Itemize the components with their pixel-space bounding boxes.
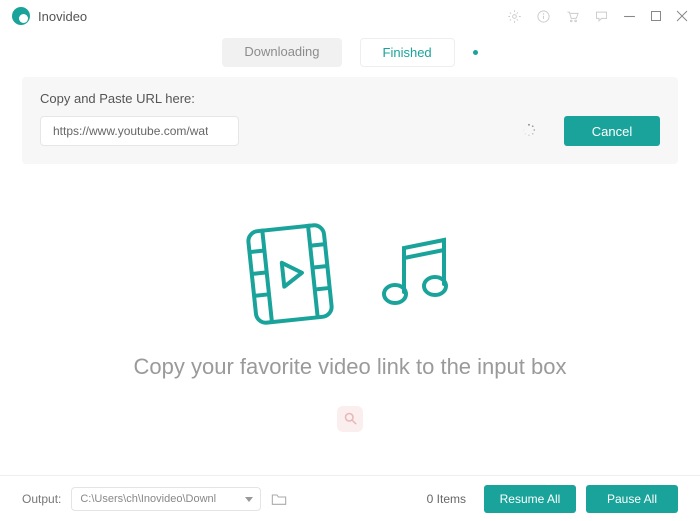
pause-all-button[interactable]: Pause All <box>586 485 678 513</box>
info-icon[interactable] <box>536 9 551 24</box>
output-path-text: C:\Users\ch\Inovideo\Downl <box>80 493 216 505</box>
cancel-button[interactable]: Cancel <box>564 116 660 146</box>
cart-icon[interactable] <box>565 9 580 24</box>
tabs: Downloading Finished <box>0 32 700 77</box>
tab-finished[interactable]: Finished <box>360 38 455 67</box>
film-icon <box>240 218 340 328</box>
titlebar: Inovideo <box>0 0 700 32</box>
resume-all-button[interactable]: Resume All <box>484 485 576 513</box>
placeholder-illustration <box>240 218 460 328</box>
search-icon <box>337 406 363 432</box>
main-content: Copy your favorite video link to the inp… <box>0 174 700 475</box>
tagline: Copy your favorite video link to the inp… <box>134 354 567 380</box>
minimize-icon[interactable] <box>623 10 636 23</box>
open-folder-button[interactable] <box>271 492 287 506</box>
url-label: Copy and Paste URL here: <box>40 91 660 106</box>
url-panel: Copy and Paste URL here: Cancel <box>22 77 678 164</box>
close-icon[interactable] <box>676 10 688 22</box>
tab-downloading[interactable]: Downloading <box>222 38 341 67</box>
items-count: 0 Items <box>427 492 466 506</box>
maximize-icon[interactable] <box>650 10 662 22</box>
url-input[interactable] <box>40 116 239 146</box>
loading-spinner-icon <box>522 123 536 137</box>
output-path-select[interactable]: C:\Users\ch\Inovideo\Downl <box>71 487 261 511</box>
notification-dot-icon <box>473 50 478 55</box>
app-logo-icon <box>12 7 30 25</box>
chat-icon[interactable] <box>594 9 609 24</box>
output-label: Output: <box>22 492 61 506</box>
app-title: Inovideo <box>38 9 87 24</box>
gear-icon[interactable] <box>507 9 522 24</box>
url-input-wrap <box>40 116 546 146</box>
footer: Output: C:\Users\ch\Inovideo\Downl 0 Ite… <box>0 475 700 521</box>
music-note-icon <box>370 228 460 318</box>
